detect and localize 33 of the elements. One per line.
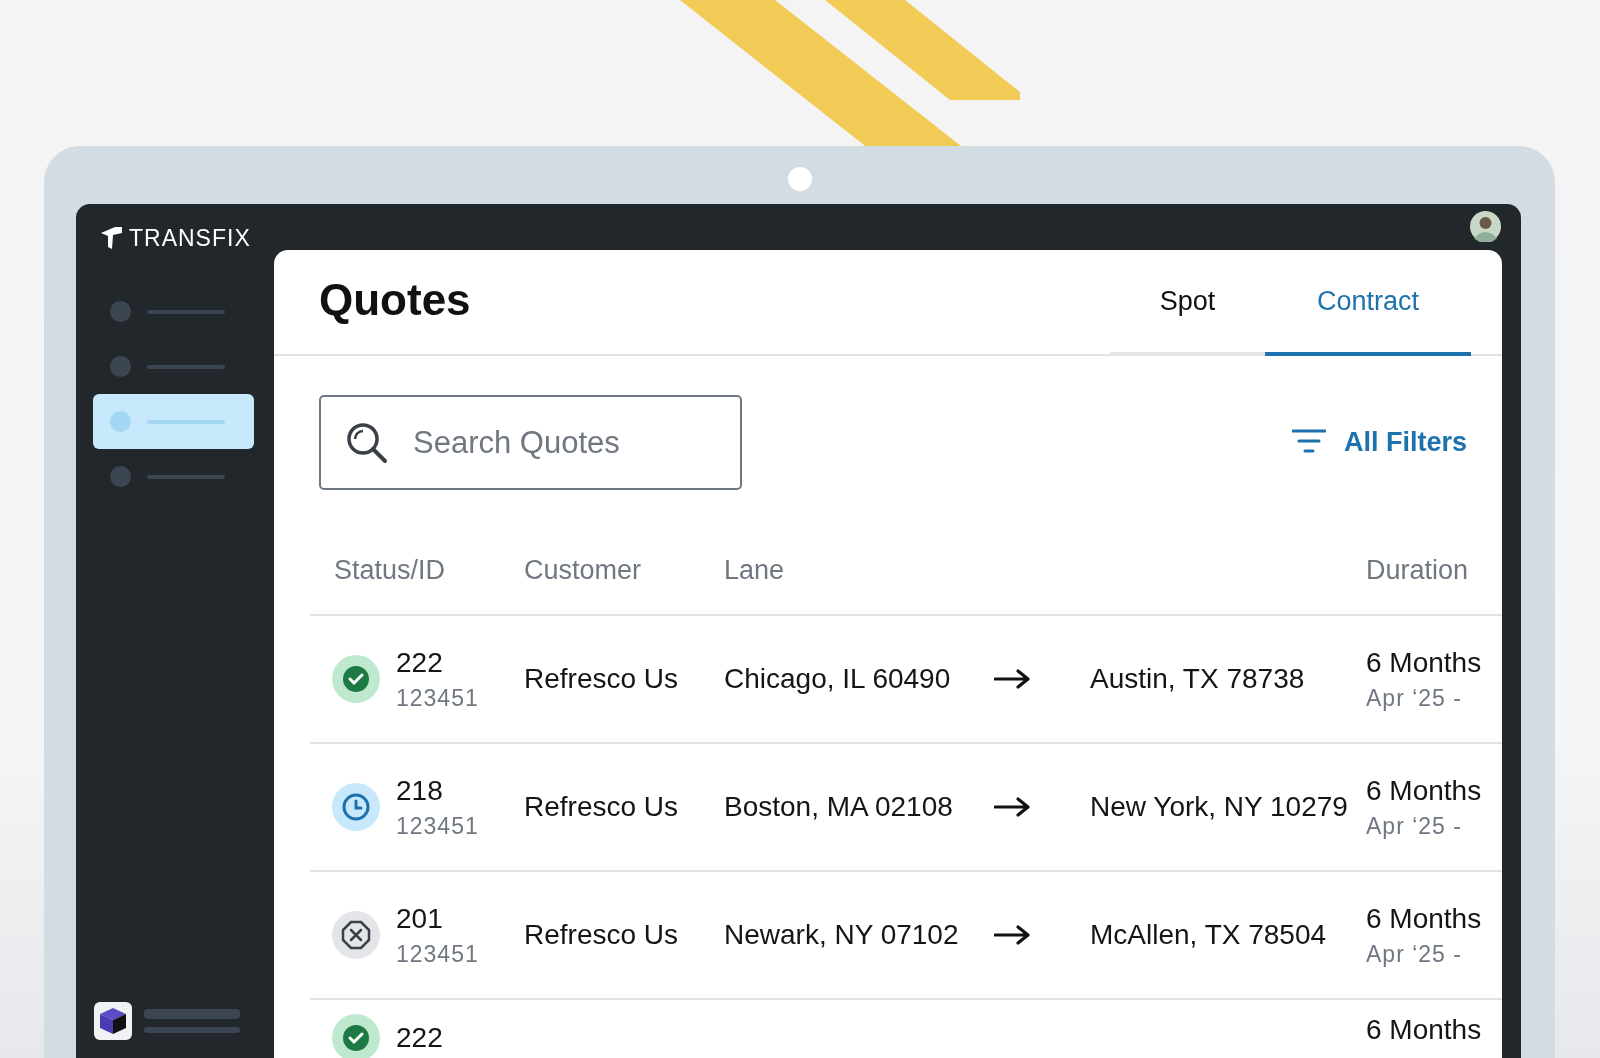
date-range: Apr ‘25 -: [1366, 684, 1463, 712]
reference-number: 123451: [396, 684, 479, 712]
customer-name: Refresco Us: [524, 919, 680, 951]
date-range: Apr ‘25 -: [1366, 940, 1463, 968]
column-header[interactable]: Status/ID: [334, 554, 524, 586]
tab[interactable]: Contract: [1265, 250, 1471, 356]
column-header[interactable]: Lane: [724, 554, 994, 586]
tab[interactable]: Spot: [1110, 250, 1265, 356]
destination-city: New York, NY 10279: [1090, 791, 1349, 823]
brand-name: TRANSFIX: [129, 224, 251, 252]
destination-city: Austin, TX 78738: [1090, 663, 1306, 695]
reference-number: 123451: [396, 940, 479, 968]
duration: 6 Months: [1366, 646, 1483, 679]
origin-city: Boston, MA 02108: [724, 791, 954, 823]
column-header[interactable]: Duration: [1366, 554, 1502, 586]
quote-id: 201: [396, 902, 444, 935]
search-box[interactable]: Search Quotes: [319, 395, 742, 490]
origin-city: Chicago, IL 60490: [724, 663, 952, 695]
origin-city: Newark, NY 07102: [724, 919, 960, 951]
duration: 6 Months: [1366, 1014, 1483, 1046]
duration: 6 Months: [1366, 774, 1483, 807]
reference-number: 123451: [396, 812, 479, 840]
filters-button[interactable]: All Filters: [1291, 427, 1467, 458]
column-header[interactable]: Customer: [524, 554, 724, 586]
page-title: Quotes: [319, 275, 471, 325]
date-range: Apr ‘25 -: [1366, 812, 1463, 840]
quote-id: 218: [396, 774, 444, 807]
destination-city: McAllen, TX 78504: [1090, 919, 1328, 951]
duration: 6 Months: [1366, 902, 1483, 935]
quote-id: 222: [396, 1022, 443, 1054]
customer-name: Refresco Us: [524, 791, 680, 823]
quote-id: 222: [396, 646, 444, 679]
customer-name: Refresco Us: [524, 663, 680, 695]
